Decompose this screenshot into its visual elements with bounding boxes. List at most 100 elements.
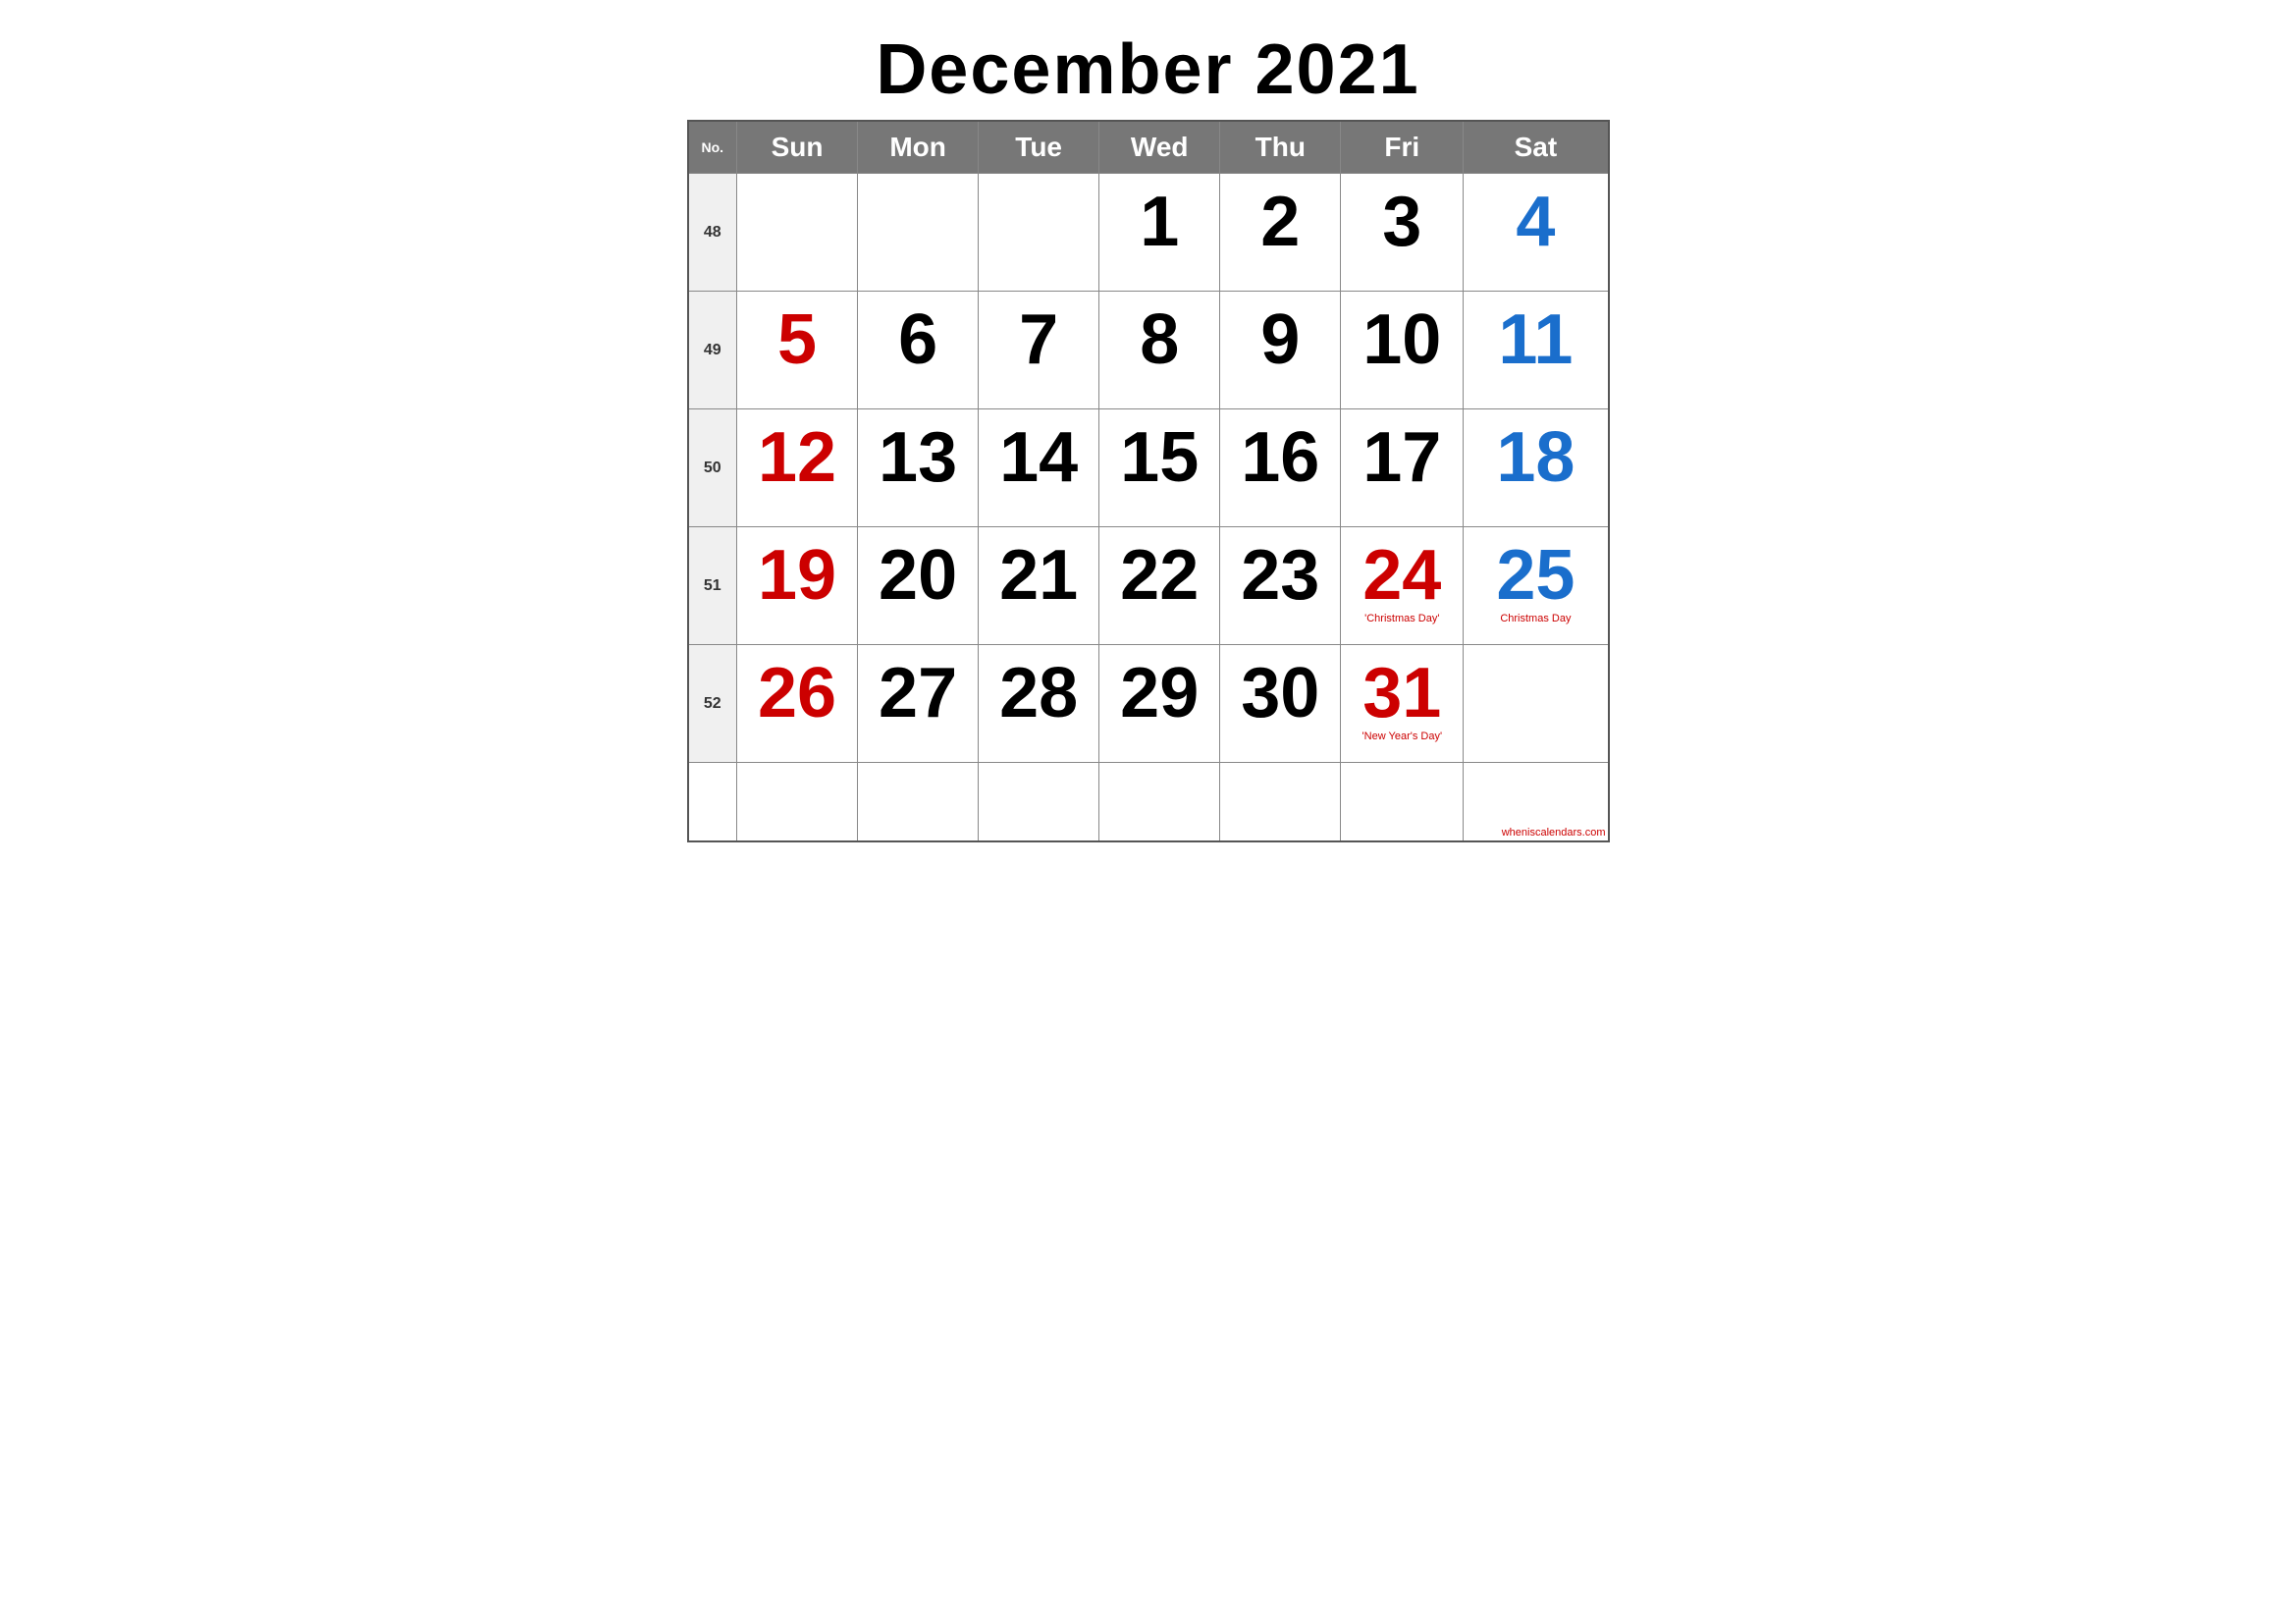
header-sat: Sat <box>1464 121 1609 174</box>
week-row: 52262728293031 'New Year's Day' <box>688 645 1609 763</box>
day-cell: 1 <box>1099 174 1220 292</box>
calendar-table: No. Sun Mon Tue Wed Thu Fri Sat 48123449… <box>687 120 1610 842</box>
day-number: 1 <box>1104 179 1214 257</box>
day-number: 24 <box>1346 532 1458 611</box>
watermark-cell: wheniscalendars.com <box>1464 763 1609 841</box>
day-number: 23 <box>1225 532 1335 611</box>
week-number-empty <box>688 763 737 841</box>
day-number: 16 <box>1225 414 1335 493</box>
day-cell-empty <box>1341 763 1464 841</box>
day-cell: 9 <box>1220 292 1341 409</box>
day-number: 11 <box>1468 297 1602 375</box>
day-number: 15 <box>1104 414 1214 493</box>
day-number: 14 <box>984 414 1094 493</box>
day-number: 10 <box>1346 297 1458 375</box>
day-number: 18 <box>1468 414 1602 493</box>
day-cell-empty <box>858 763 979 841</box>
week-row: 49567891011 <box>688 292 1609 409</box>
header-thu: Thu <box>1220 121 1341 174</box>
day-number: 6 <box>863 297 973 375</box>
header-mon: Mon <box>858 121 979 174</box>
day-number: 8 <box>1104 297 1214 375</box>
day-number: 2 <box>1225 179 1335 257</box>
day-cell-empty <box>1220 763 1341 841</box>
day-number: 5 <box>742 297 852 375</box>
header-fri: Fri <box>1341 121 1464 174</box>
calendar-title: December 2021 <box>687 29 1610 110</box>
header-wed: Wed <box>1099 121 1220 174</box>
day-cell: 7 <box>979 292 1099 409</box>
day-cell: 16 <box>1220 409 1341 527</box>
day-number: 19 <box>742 532 852 611</box>
day-cell: 2 <box>1220 174 1341 292</box>
week-number: 49 <box>688 292 737 409</box>
day-number: 9 <box>1225 297 1335 375</box>
day-cell: 31 'New Year's Day' <box>1341 645 1464 763</box>
day-cell: 19 <box>737 527 858 645</box>
week-row: 48 1234 <box>688 174 1609 292</box>
day-number: 13 <box>863 414 973 493</box>
week-row: 5012131415161718 <box>688 409 1609 527</box>
day-cell: 20 <box>858 527 979 645</box>
holiday-label: 'New Year's Day' <box>1346 731 1458 742</box>
day-cell: 6 <box>858 292 979 409</box>
day-cell: 23 <box>1220 527 1341 645</box>
header-tue: Tue <box>979 121 1099 174</box>
day-cell: 14 <box>979 409 1099 527</box>
calendar-container: December 2021 No. Sun Mon Tue Wed Thu Fr… <box>667 20 1629 872</box>
day-number: 27 <box>863 650 973 729</box>
day-cell: 27 <box>858 645 979 763</box>
day-cell: 5 <box>737 292 858 409</box>
day-cell: 24'Christmas Day' <box>1341 527 1464 645</box>
day-number: 3 <box>1346 179 1458 257</box>
day-cell-empty <box>979 763 1099 841</box>
holiday-label: Christmas Day <box>1468 613 1602 624</box>
day-cell: 4 <box>1464 174 1609 292</box>
week-number: 50 <box>688 409 737 527</box>
day-number: 4 <box>1468 179 1602 257</box>
day-number: 12 <box>742 414 852 493</box>
day-cell: 15 <box>1099 409 1220 527</box>
day-cell <box>737 174 858 292</box>
header-row: No. Sun Mon Tue Wed Thu Fri Sat <box>688 121 1609 174</box>
day-cell-empty <box>1099 763 1220 841</box>
day-cell-empty <box>737 763 858 841</box>
day-cell <box>858 174 979 292</box>
day-cell: 17 <box>1341 409 1464 527</box>
watermark: wheniscalendars.com <box>1464 827 1607 840</box>
day-number: 31 <box>1346 650 1458 729</box>
day-number: 22 <box>1104 532 1214 611</box>
day-number: 28 <box>984 650 1094 729</box>
week-row: 51192021222324'Christmas Day'25 Christmas… <box>688 527 1609 645</box>
day-cell: 8 <box>1099 292 1220 409</box>
day-number: 21 <box>984 532 1094 611</box>
day-cell: 3 <box>1341 174 1464 292</box>
day-cell: 29 <box>1099 645 1220 763</box>
day-number: 17 <box>1346 414 1458 493</box>
day-cell: 25 Christmas Day <box>1464 527 1609 645</box>
day-cell: 10 <box>1341 292 1464 409</box>
day-cell: 22 <box>1099 527 1220 645</box>
day-cell: 30 <box>1220 645 1341 763</box>
header-sun: Sun <box>737 121 858 174</box>
day-cell: 13 <box>858 409 979 527</box>
day-number: 26 <box>742 650 852 729</box>
day-cell: 12 <box>737 409 858 527</box>
day-number: 30 <box>1225 650 1335 729</box>
week-number: 48 <box>688 174 737 292</box>
day-cell <box>979 174 1099 292</box>
day-cell: 18 <box>1464 409 1609 527</box>
day-number: 20 <box>863 532 973 611</box>
day-cell: 11 <box>1464 292 1609 409</box>
header-no: No. <box>688 121 737 174</box>
day-cell: 28 <box>979 645 1099 763</box>
day-number: 29 <box>1104 650 1214 729</box>
day-cell <box>1464 645 1609 763</box>
last-row: wheniscalendars.com <box>688 763 1609 841</box>
day-cell: 26 <box>737 645 858 763</box>
week-number: 52 <box>688 645 737 763</box>
week-number: 51 <box>688 527 737 645</box>
day-cell: 21 <box>979 527 1099 645</box>
day-number: 25 <box>1468 532 1602 611</box>
day-number: 7 <box>984 297 1094 375</box>
